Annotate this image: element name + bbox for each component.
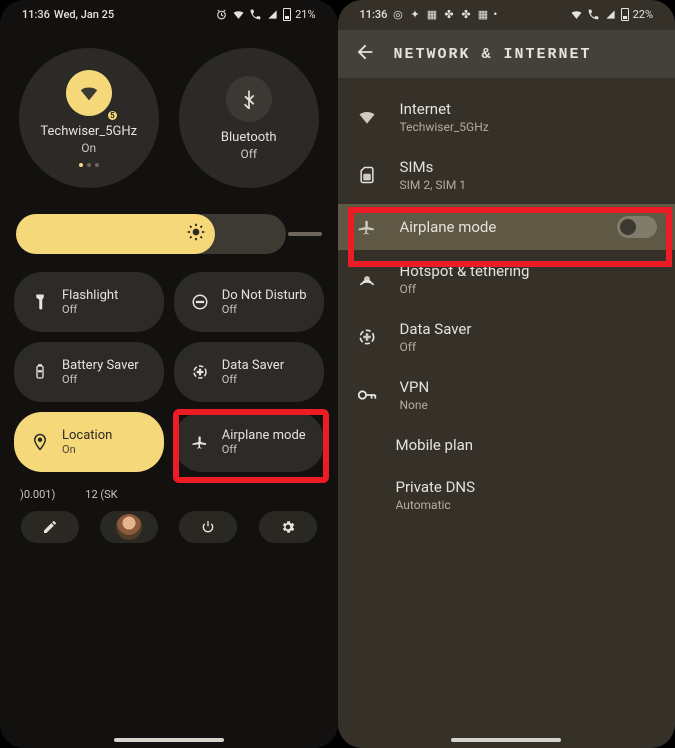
slack-icon: ✤ <box>459 8 472 21</box>
sim-icon <box>356 164 378 186</box>
signal-icon <box>266 8 279 21</box>
volte-icon <box>249 8 262 21</box>
brightness-slider[interactable] <box>16 214 286 254</box>
slack-icon: ✤ <box>442 8 455 21</box>
back-button[interactable] <box>354 41 376 67</box>
data-saver-icon <box>356 326 378 348</box>
qs-airplane-tile[interactable]: Airplane modeOff <box>174 412 324 472</box>
wifi-icon <box>570 8 583 21</box>
nav-pill[interactable] <box>114 738 224 742</box>
alarm-icon <box>215 8 228 21</box>
flashlight-icon <box>30 292 50 312</box>
row-internet[interactable]: InternetTechwiser_5GHz <box>338 88 675 146</box>
qs-bluetooth-sub: Off <box>240 147 257 161</box>
status-date: Wed, Jan 25 <box>54 8 114 21</box>
airplane-icon <box>190 432 210 452</box>
page-title: NETWORK & INTERNET <box>394 46 592 63</box>
battery-saver-icon <box>30 362 50 382</box>
brightness-track-extra <box>288 232 322 236</box>
twitter-icon: ✦ <box>408 8 421 21</box>
avatar <box>116 514 142 540</box>
volte-icon <box>587 8 600 21</box>
airplane-icon <box>356 216 378 238</box>
qs-data-saver-tile[interactable]: Data SaverOff <box>174 342 324 402</box>
qs-bluetooth-label: Bluetooth <box>221 130 277 145</box>
linkedin-icon: ▦ <box>425 8 438 21</box>
status-bar: 11:36 Wed, Jan 25 21% <box>0 0 338 24</box>
row-airplane-mode[interactable]: Airplane mode <box>338 204 675 250</box>
settings-button[interactable] <box>259 511 317 543</box>
qs-flashlight-tile[interactable]: FlashlightOff <box>14 272 164 332</box>
status-time: 11:36 <box>360 8 388 21</box>
qs-bluetooth-tile[interactable]: Bluetooth Off <box>179 48 319 188</box>
hotspot-icon <box>356 268 378 290</box>
nav-pill[interactable] <box>451 738 561 742</box>
vpn-icon <box>356 384 378 406</box>
airplane-mode-toggle[interactable] <box>617 216 657 238</box>
row-hotspot[interactable]: Hotspot & tetheringOff <box>338 250 675 308</box>
qs-internet-label: Techwiser_5GHz <box>40 124 137 139</box>
quick-settings-phone: 11:36 Wed, Jan 25 21% 5 Techwiser_5GHz O… <box>0 0 338 748</box>
row-private-dns[interactable]: Private DNSAutomatic <box>338 466 675 524</box>
power-button[interactable] <box>179 511 237 543</box>
instagram-icon: ◎ <box>391 8 404 21</box>
settings-phone: 11:36 ◎ ✦ ▦ ✤ ✤ ▦ • 22% NETWORK & INTERN… <box>338 0 675 748</box>
battery-icon <box>621 8 629 21</box>
dnd-icon <box>190 292 210 312</box>
qs-location-tile[interactable]: LocationOn <box>14 412 164 472</box>
app-bar: NETWORK & INTERNET <box>338 30 675 78</box>
row-data-saver[interactable]: Data SaverOff <box>338 308 675 366</box>
qs-battery-saver-tile[interactable]: Battery SaverOff <box>14 342 164 402</box>
qs-dnd-tile[interactable]: Do Not DisturbOff <box>174 272 324 332</box>
edit-tiles-button[interactable] <box>21 511 79 543</box>
location-icon <box>30 432 50 452</box>
status-bar: 11:36 ◎ ✦ ▦ ✤ ✤ ▦ • 22% <box>338 0 675 24</box>
wifi-icon <box>356 106 378 128</box>
row-mobile-plan[interactable]: Mobile plan <box>338 424 675 466</box>
row-vpn[interactable]: VPNNone <box>338 366 675 424</box>
status-battery: 22% <box>633 8 653 21</box>
data-saver-icon <box>190 362 210 382</box>
qs-internet-tile[interactable]: 5 Techwiser_5GHz On <box>19 48 159 188</box>
battery-icon <box>283 8 291 21</box>
wifi-icon <box>232 8 245 21</box>
status-battery: 21% <box>295 8 315 21</box>
linkedin-icon: ▦ <box>476 8 489 21</box>
notification-peek: )0.001) 12 (SK <box>0 482 338 501</box>
signal-icon <box>604 8 617 21</box>
status-time: 11:36 <box>22 8 50 21</box>
user-switch-button[interactable] <box>100 511 158 543</box>
row-sims[interactable]: SIMsSIM 2, SIM 1 <box>338 146 675 204</box>
qs-internet-sub: On <box>81 141 96 155</box>
